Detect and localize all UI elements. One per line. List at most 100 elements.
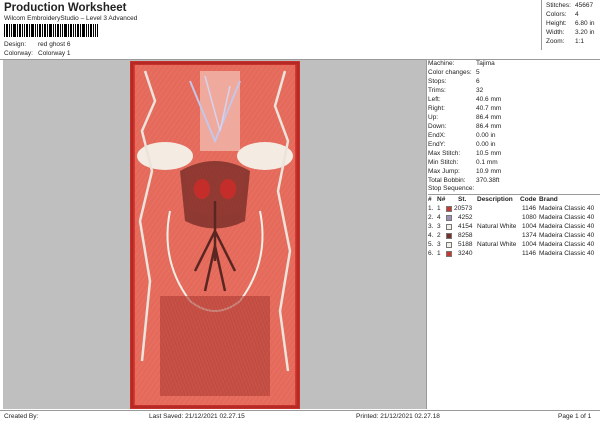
- table-row: 5. 3 5188 Natural White 1004 Madeira Cla…: [428, 241, 600, 250]
- colorway-label: Colorway:: [4, 50, 33, 57]
- stitches-value: 45667: [575, 2, 594, 9]
- total-bobbin-value: 370.38ft: [476, 177, 500, 184]
- left-value: 40.6 mm: [476, 96, 502, 103]
- header-code: Code: [520, 196, 537, 203]
- table-row: 4. 2 8258 1374 Madeira Classic 40: [428, 232, 600, 241]
- width-value: 3.20 in: [575, 29, 595, 36]
- row-num: 3.: [428, 223, 434, 230]
- row-code: 1080: [522, 214, 537, 221]
- endx-value: 0.00 in: [476, 132, 496, 139]
- min-stitch-label: Min Stitch:: [428, 159, 459, 166]
- summary-panel: Stitches: 45667 Colors: 4 Height: 6.80 in W…: [546, 2, 600, 50]
- header-n: N#: [437, 196, 446, 203]
- trims-value: 32: [476, 87, 484, 94]
- max-stitch-label: Max Stitch:: [428, 150, 461, 157]
- row-num: 5.: [428, 241, 434, 248]
- color-swatch: [446, 242, 452, 248]
- row-desc: Natural White: [477, 223, 517, 230]
- up-label: Up:: [428, 114, 439, 121]
- row-st: 3240: [458, 250, 473, 257]
- trims-label: Trims:: [428, 87, 446, 94]
- down-value: 86.4 mm: [476, 123, 502, 130]
- row-desc: Natural White: [477, 241, 517, 248]
- down-label: Down:: [428, 123, 447, 130]
- row-st: 8258: [458, 232, 473, 239]
- row-n: 1: [437, 250, 441, 257]
- summary-divider: [541, 0, 542, 50]
- footer-divider: [0, 410, 600, 411]
- min-stitch-value: 0.1 mm: [476, 159, 498, 166]
- row-st: 4252: [458, 214, 473, 221]
- stops-value: 6: [476, 78, 480, 85]
- row-n: 3: [437, 241, 441, 248]
- right-value: 40.7 mm: [476, 105, 502, 112]
- created-by: Created By:: [4, 413, 39, 420]
- stop-sequence-label: Stop Sequence:: [428, 185, 475, 192]
- machine-details: Machine: Tajima Color changes: 5 Stops: 6 T…: [428, 60, 600, 186]
- page-number: Page 1 of 1: [558, 413, 592, 420]
- stop-sequence-divider: [428, 194, 600, 195]
- max-jump-value: 10.9 mm: [476, 168, 502, 175]
- row-n: 3: [437, 223, 441, 230]
- table-row: 6. 1 3240 1146 Madeira Classic 40: [428, 250, 600, 259]
- colors-value: 4: [575, 11, 579, 18]
- row-brand: Madeira Classic 40: [539, 205, 595, 212]
- max-jump-label: Max Jump:: [428, 168, 460, 175]
- row-brand: Madeira Classic 40: [539, 223, 595, 230]
- total-bobbin-label: Total Bobbin:: [428, 177, 466, 184]
- design-value: red ghost 6: [38, 41, 71, 48]
- color-swatch: [446, 215, 452, 221]
- color-changes-label: Color changes:: [428, 69, 472, 76]
- endx-label: EndX:: [428, 132, 446, 139]
- row-n: 4: [437, 214, 441, 221]
- colors-label: Colors:: [546, 11, 567, 18]
- colorway-value: Colorway 1: [38, 50, 71, 57]
- row-brand: Madeira Classic 40: [539, 241, 595, 248]
- machine-label: Machine:: [428, 60, 455, 67]
- color-swatch: [446, 233, 452, 239]
- header-num: #: [428, 196, 432, 203]
- width-label: Width:: [546, 29, 565, 36]
- stitches-label: Stitches:: [546, 2, 571, 9]
- design-label: Design:: [4, 41, 27, 48]
- design-info: Design: red ghost 6 Colorway: Colorway 1: [4, 41, 204, 61]
- row-num: 2.: [428, 214, 434, 221]
- row-st: 5188: [458, 241, 473, 248]
- header-st: St.: [458, 196, 467, 203]
- last-saved: Last Saved: 21/12/2021 02.27.15: [149, 413, 245, 420]
- color-swatch: [446, 251, 452, 257]
- row-brand: Madeira Classic 40: [539, 232, 595, 239]
- embroidery-design-image: [130, 61, 300, 409]
- row-num: 1.: [428, 205, 434, 212]
- row-code: 1374: [522, 232, 537, 239]
- color-swatch: [446, 206, 452, 212]
- table-row: 3. 3 4154 Natural White 1004 Madeira Cla…: [428, 223, 600, 232]
- height-label: Height:: [546, 20, 567, 27]
- zoom-value: 1:1: [575, 38, 585, 45]
- endy-label: EndY:: [428, 141, 446, 148]
- left-label: Left:: [428, 96, 441, 103]
- height-value: 6.80 in: [575, 20, 595, 27]
- panel-divider: [426, 60, 427, 409]
- design-preview-area: [3, 60, 426, 409]
- row-n: 1: [437, 205, 441, 212]
- table-row: 2. 4 4252 1080 Madeira Classic 40: [428, 214, 600, 223]
- printed-date: Printed: 21/12/2021 02.27.18: [356, 413, 440, 420]
- row-st: 20573: [454, 205, 473, 212]
- row-code: 1004: [522, 241, 537, 248]
- right-label: Right:: [428, 105, 445, 112]
- row-n: 2: [437, 232, 441, 239]
- machine-value: Tajima: [476, 60, 495, 67]
- row-code: 1146: [522, 205, 536, 212]
- row-code: 1004: [522, 223, 537, 230]
- row-num: 6.: [428, 250, 434, 257]
- color-swatch: [446, 224, 452, 230]
- row-brand: Madeira Classic 40: [539, 214, 595, 221]
- software-subtitle: Wilcom EmbroideryStudio – Level 3 Advanc…: [4, 15, 138, 22]
- color-changes-value: 5: [476, 69, 480, 76]
- row-st: 4154: [458, 223, 473, 230]
- up-value: 86.4 mm: [476, 114, 502, 121]
- row-brand: Madeira Classic 40: [539, 250, 595, 257]
- endy-value: 0.00 in: [476, 141, 496, 148]
- row-code: 1146: [522, 250, 536, 257]
